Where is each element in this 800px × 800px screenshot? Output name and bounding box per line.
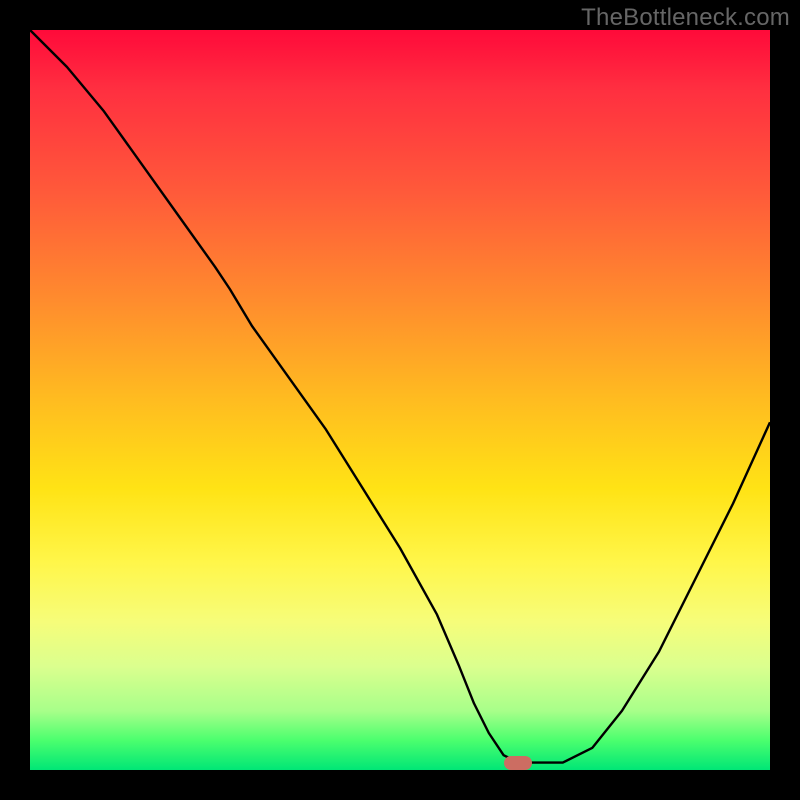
watermark-label: TheBottleneck.com bbox=[581, 4, 790, 32]
plot-area bbox=[30, 30, 770, 770]
chart-frame: TheBottleneck.com bbox=[0, 0, 800, 800]
bottleneck-curve bbox=[30, 30, 770, 770]
